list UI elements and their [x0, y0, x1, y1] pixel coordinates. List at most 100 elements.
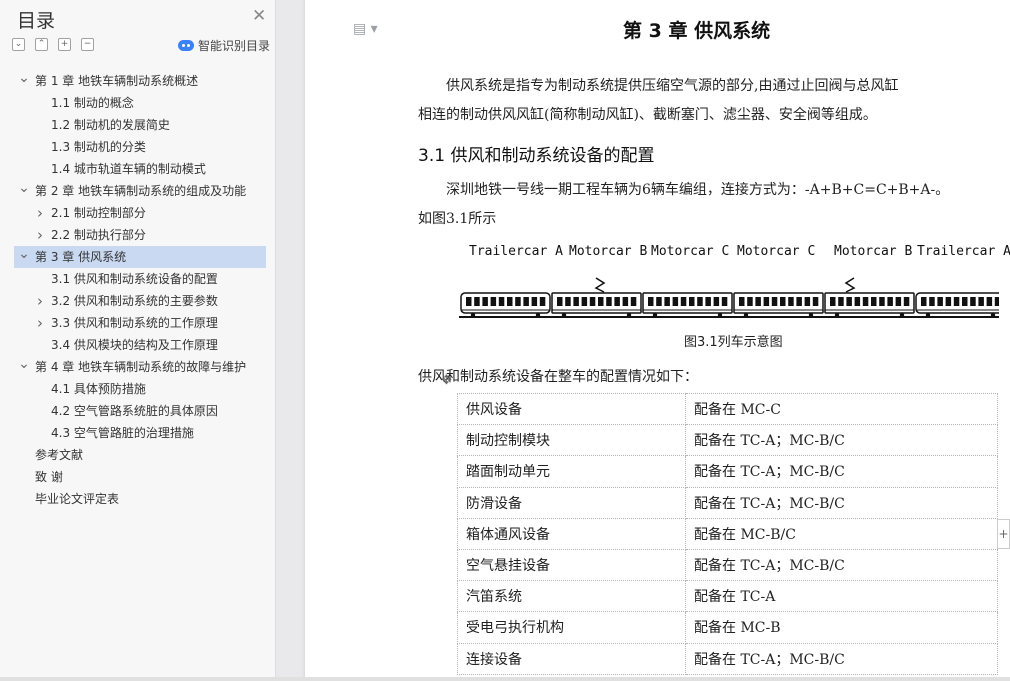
chevron-right-icon[interactable] [34, 312, 46, 336]
toc-item-label: 4.2 空气管路系统脏的具体原因 [51, 404, 218, 418]
toc-item[interactable]: 毕业论文评定表 [0, 488, 276, 510]
toc-item[interactable]: 3.1 供风和制动系统设备的配置 [0, 268, 276, 290]
table-row[interactable]: 踏面制动单元 配备在 TC-A；MC-B/C [457, 455, 998, 488]
chevron-right-icon[interactable] [34, 290, 46, 314]
paragraph-1-cont[interactable]: 相连的制动供风风缸(简称制动风缸)、截断塞门、滤尘器、安全阀等组成。 [418, 101, 990, 130]
car-window [763, 297, 770, 306]
toc-item-label: 3.1 供风和制动系统设备的配置 [51, 272, 218, 286]
paragraph-1[interactable]: 供风系统是指专为制动系统提供压缩空气源的部分,由通过止回阀与总风缸 [418, 72, 990, 101]
expand-all-icon[interactable]: ⌄ [12, 38, 25, 51]
car-window [903, 297, 910, 306]
location-cell[interactable]: 配备在 MC-B/C [685, 517, 998, 550]
car-window [771, 297, 778, 306]
table-row[interactable]: 空气悬挂设备 配备在 TC-A；MC-B/C [457, 548, 998, 582]
toc-item-label: 1.3 制动机的分类 [51, 140, 146, 154]
toc-item-label: 第 4 章 地铁车辆制动系统的故障与维护 [35, 360, 247, 374]
toc-item[interactable]: 1.3 制动机的分类 [0, 136, 276, 158]
toc-item[interactable]: 4.3 空气管路脏的治理措施 [0, 422, 276, 444]
chevron-down-icon[interactable] [18, 246, 30, 269]
device-cell[interactable]: 箱体通风设备 [457, 517, 686, 550]
toc-item-label: 1.2 制动机的发展简史 [51, 118, 170, 132]
toc-item[interactable]: 2.2 制动执行部分 [0, 224, 276, 246]
location-cell[interactable]: 配备在 MC-B [685, 611, 998, 644]
chevron-right-icon[interactable] [34, 202, 46, 226]
toc-item[interactable]: 3.2 供风和制动系统的主要参数 [0, 290, 276, 312]
table-row[interactable]: 汽笛系统 配备在 TC-A [457, 580, 998, 613]
device-cell[interactable]: 踏面制动单元 [457, 455, 686, 488]
device-cell[interactable]: 连接设备 [457, 642, 686, 675]
location-cell[interactable]: 配备在 TC-A；MC-B/C [685, 642, 998, 675]
config-table[interactable]: 供风设备 配备在 MC-C 制动控制模块 配备在 TC-A；MC-B/C 踏面制动单元配… [457, 392, 998, 675]
chevron-down-icon[interactable] [18, 356, 30, 379]
car-window [482, 297, 488, 306]
add-heading-icon[interactable]: + [58, 38, 71, 51]
table-row[interactable]: 受电弓执行机构 配备在 MC-B [457, 611, 998, 644]
section-heading[interactable]: 3.1 供风和制动系统设备的配置 [418, 141, 654, 166]
car-window [871, 297, 877, 306]
device-cell[interactable]: 受电弓执行机构 [457, 611, 686, 644]
horizontal-scrollbar[interactable] [0, 677, 1010, 681]
device-cell[interactable]: 供风设备 [457, 392, 686, 426]
location-cell[interactable]: 配备在 TC-A [685, 580, 998, 613]
device-cell[interactable]: 汽笛系统 [457, 580, 686, 613]
car-window [862, 297, 869, 306]
location-cell[interactable]: 配备在 TC-A；MC-B/C [685, 455, 998, 488]
train-car [824, 292, 915, 318]
toc-item[interactable]: 第 1 章 地铁车辆制动系统概述 [0, 70, 276, 92]
toc-item[interactable]: 4.1 具体预防措施 [0, 378, 276, 400]
sidebar-title: 目录 [17, 10, 56, 32]
toc-item[interactable]: 第 2 章 地铁车辆制动系统的组成及功能 [0, 180, 276, 202]
smart-toc-button[interactable]: 智能识别目录 [178, 37, 270, 54]
device-cell[interactable]: 防滑设备 [457, 486, 686, 519]
toc-item[interactable]: 3.4 供风模块的结构及工作原理 [0, 334, 276, 356]
toc-item-label: 1.1 制动的概念 [51, 96, 134, 110]
train-car [460, 292, 551, 318]
toc-item-label: 1.4 城市轨道车辆的制动模式 [51, 162, 206, 176]
table-row[interactable]: 防滑设备 配备在 TC-A；MC-B/C [457, 486, 998, 519]
close-icon[interactable]: ✕ [252, 8, 266, 25]
location-cell[interactable]: 配备在 TC-A；MC-B/C [685, 486, 998, 519]
location-cell[interactable]: 配备在 TC-A；MC-B/C [685, 424, 998, 457]
toc-item[interactable]: 致 谢 [0, 466, 276, 488]
car-window [581, 297, 588, 306]
document-page: ▤ ▾ 第 3 章 供风系统 供风系统是指专为制动系统提供压缩空气源的部分,由通… [305, 0, 1010, 681]
chevron-down-icon[interactable] [18, 70, 30, 93]
toc-item-label: 3.4 供风模块的结构及工作原理 [51, 338, 218, 352]
figure-caption: 图3.1列车示意图 [684, 335, 783, 350]
toc-item[interactable]: 4.2 空气管路系统脏的具体原因 [0, 400, 276, 422]
table-move-icon[interactable]: ✥ [439, 373, 454, 388]
paragraph-3[interactable]: 供风和制动系统设备在整车的配置情况如下： [418, 363, 990, 392]
toc-item[interactable]: 第 4 章 地铁车辆制动系统的故障与维护 [0, 356, 276, 378]
toc-item[interactable]: 1.2 制动机的发展简史 [0, 114, 276, 136]
paragraph-2-cont[interactable]: 如图3.1所示 [418, 205, 990, 234]
paragraph-line: 供风系统是指专为制动系统提供压缩空气源的部分,由通过止回阀与总风缸 [446, 78, 899, 94]
toc-item[interactable]: 2.1 制动控制部分 [0, 202, 276, 224]
toc-toolbar: ⌄ ⌃ + − [12, 38, 94, 52]
collapse-all-icon[interactable]: ⌃ [35, 38, 48, 51]
train-car [733, 292, 824, 318]
page-menu-icon[interactable]: ▤ ▾ [353, 21, 378, 37]
location-cell[interactable]: 配备在 TC-A；MC-B/C [685, 548, 998, 582]
paragraph-2[interactable]: 深圳地铁一号线一期工程车辆为6辆车编组，连接方式为：-A+B+C=C+B+A-。 [418, 176, 990, 205]
table-row[interactable]: 供风设备 配备在 MC-C [457, 392, 998, 426]
car-window [796, 297, 802, 306]
toc-item[interactable]: 第 3 章 供风系统 [14, 246, 266, 268]
device-cell[interactable]: 空气悬挂设备 [457, 548, 686, 582]
toc-item[interactable]: 参考文献 [0, 444, 276, 466]
device-cell[interactable]: 制动控制模块 [457, 424, 686, 457]
paragraph-line: 如图3.1所示 [418, 211, 497, 227]
table-row[interactable]: 连接设备 配备在 TC-A；MC-B/C [457, 642, 998, 675]
toc-item[interactable]: 1.1 制动的概念 [0, 92, 276, 114]
chevron-down-icon[interactable] [18, 180, 30, 203]
chevron-right-icon[interactable] [34, 224, 46, 248]
remove-heading-icon[interactable]: − [81, 38, 94, 51]
train-figure[interactable]: Trailercar A Motorcar B Motorcar C Motorcar… [459, 244, 1010, 324]
table-row[interactable]: 箱体通风设备 配备在 MC-B/C [457, 517, 998, 550]
car-window [656, 297, 662, 306]
toc-item[interactable]: 3.3 供风和制动系统的工作原理 [0, 312, 276, 334]
location-cell[interactable]: 配备在 MC-C [685, 392, 998, 426]
car-window [854, 297, 861, 306]
toc-item[interactable]: 1.4 城市轨道车辆的制动模式 [0, 158, 276, 180]
table-row[interactable]: 制动控制模块 配备在 TC-A；MC-B/C [457, 424, 998, 457]
add-column-button[interactable]: + [997, 519, 1010, 549]
